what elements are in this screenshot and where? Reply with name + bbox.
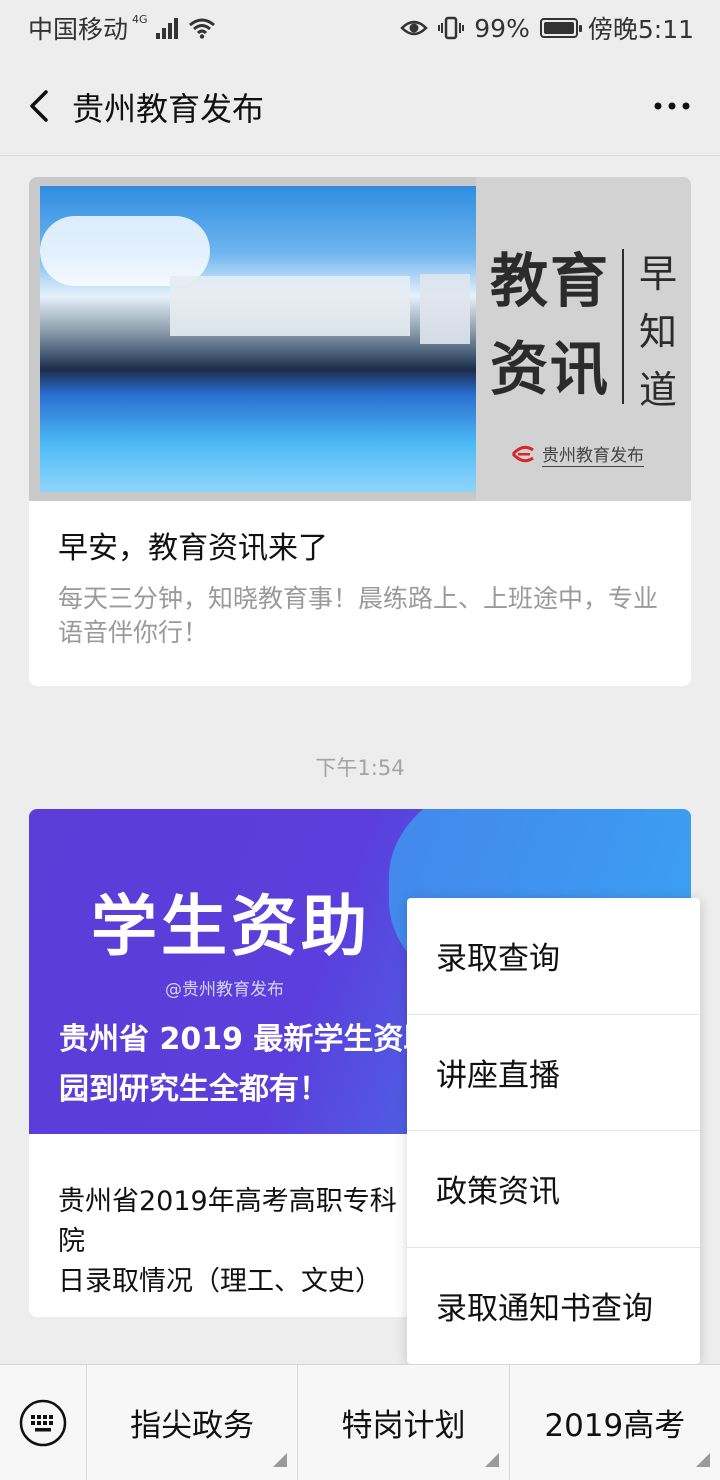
article-description: 每天三分钟，知晓教育事！晨练路上、上班途中，专业语音伴你行！	[58, 584, 659, 647]
submenu-item-admission-query[interactable]: 录取查询	[407, 898, 700, 1015]
article-card-morning[interactable]: 教育 资讯 早 知 道 贵州教育发布 早安，教育资讯来了 每天三分钟，知晓教育事…	[29, 177, 691, 686]
cover-subtitle: 贵州省 2019 最新学生资助 园到研究生全都有！	[59, 1022, 434, 1107]
menu-label: 特岗计划	[341, 1408, 466, 1444]
campus-photo	[40, 186, 476, 492]
keyboard-toggle-button[interactable]	[0, 1364, 87, 1480]
cover-logo-text: 贵州教育发布	[542, 441, 644, 467]
menu-button-gov-service[interactable]: 指尖政务	[87, 1364, 299, 1480]
cover-logo: 贵州教育发布	[510, 441, 644, 467]
keyboard-icon	[19, 1399, 67, 1446]
signal-icon	[155, 18, 178, 39]
menu-label: 2019高考	[544, 1408, 686, 1444]
submenu-indicator-icon	[273, 1452, 288, 1467]
eye-icon	[400, 20, 429, 36]
menu-label: 指尖政务	[130, 1408, 255, 1444]
cover-main-text: 教育 资讯	[490, 247, 611, 403]
submenu-indicator-icon	[695, 1452, 710, 1467]
bottom-menu-bar: 指尖政务 特岗计划 2019高考	[0, 1364, 720, 1480]
battery-icon	[539, 18, 582, 38]
submenu-item-lecture-live[interactable]: 讲座直播	[407, 1015, 700, 1131]
message-timestamp: 下午1:54	[315, 756, 405, 780]
article-title: 贵州省2019年高考高职专科院 日录取情况（理工、文史）	[58, 1186, 397, 1297]
more-icon[interactable]	[654, 98, 690, 114]
page-title: 贵州教育发布	[72, 90, 265, 128]
carrier-label: 中国移动	[28, 15, 129, 44]
submenu-popup: 录取查询 讲座直播 政策资讯 录取通知书查询	[407, 898, 700, 1364]
cover-vertical-text: 早 知 道	[638, 252, 677, 412]
cover-divider	[622, 249, 624, 404]
cover-title: 学生资助	[91, 888, 371, 965]
menu-button-gaokao[interactable]: 2019高考	[510, 1365, 720, 1480]
cover-account: @贵州教育发布	[165, 980, 284, 1000]
submenu-indicator-icon	[484, 1452, 499, 1467]
battery-percent: 99%	[474, 13, 530, 43]
status-bar: 中国移动 4G 99% 傍晚5:11	[0, 0, 720, 56]
chat-header: 贵州教育发布	[0, 56, 720, 156]
article-cover-image: 教育 资讯 早 知 道 贵州教育发布	[29, 177, 691, 501]
brand-logo-icon	[511, 445, 534, 463]
submenu-item-notice-query[interactable]: 录取通知书查询	[407, 1248, 700, 1365]
article-title: 早安，教育资讯来了	[58, 531, 328, 566]
wifi-icon	[188, 18, 215, 39]
vibrate-icon	[438, 16, 465, 40]
clock: 傍晚5:11	[587, 15, 694, 44]
status-right: 99% 傍晚5:11	[400, 10, 694, 46]
submenu-item-policy-news[interactable]: 政策资讯	[407, 1131, 700, 1248]
network-type: 4G	[132, 12, 148, 26]
cover-text-panel: 教育 资讯 早 知 道 贵州教育发布	[476, 177, 691, 501]
status-left: 中国移动 4G	[28, 10, 216, 46]
menu-button-special-post[interactable]: 特岗计划	[298, 1364, 510, 1480]
back-arrow-icon[interactable]	[22, 86, 62, 126]
